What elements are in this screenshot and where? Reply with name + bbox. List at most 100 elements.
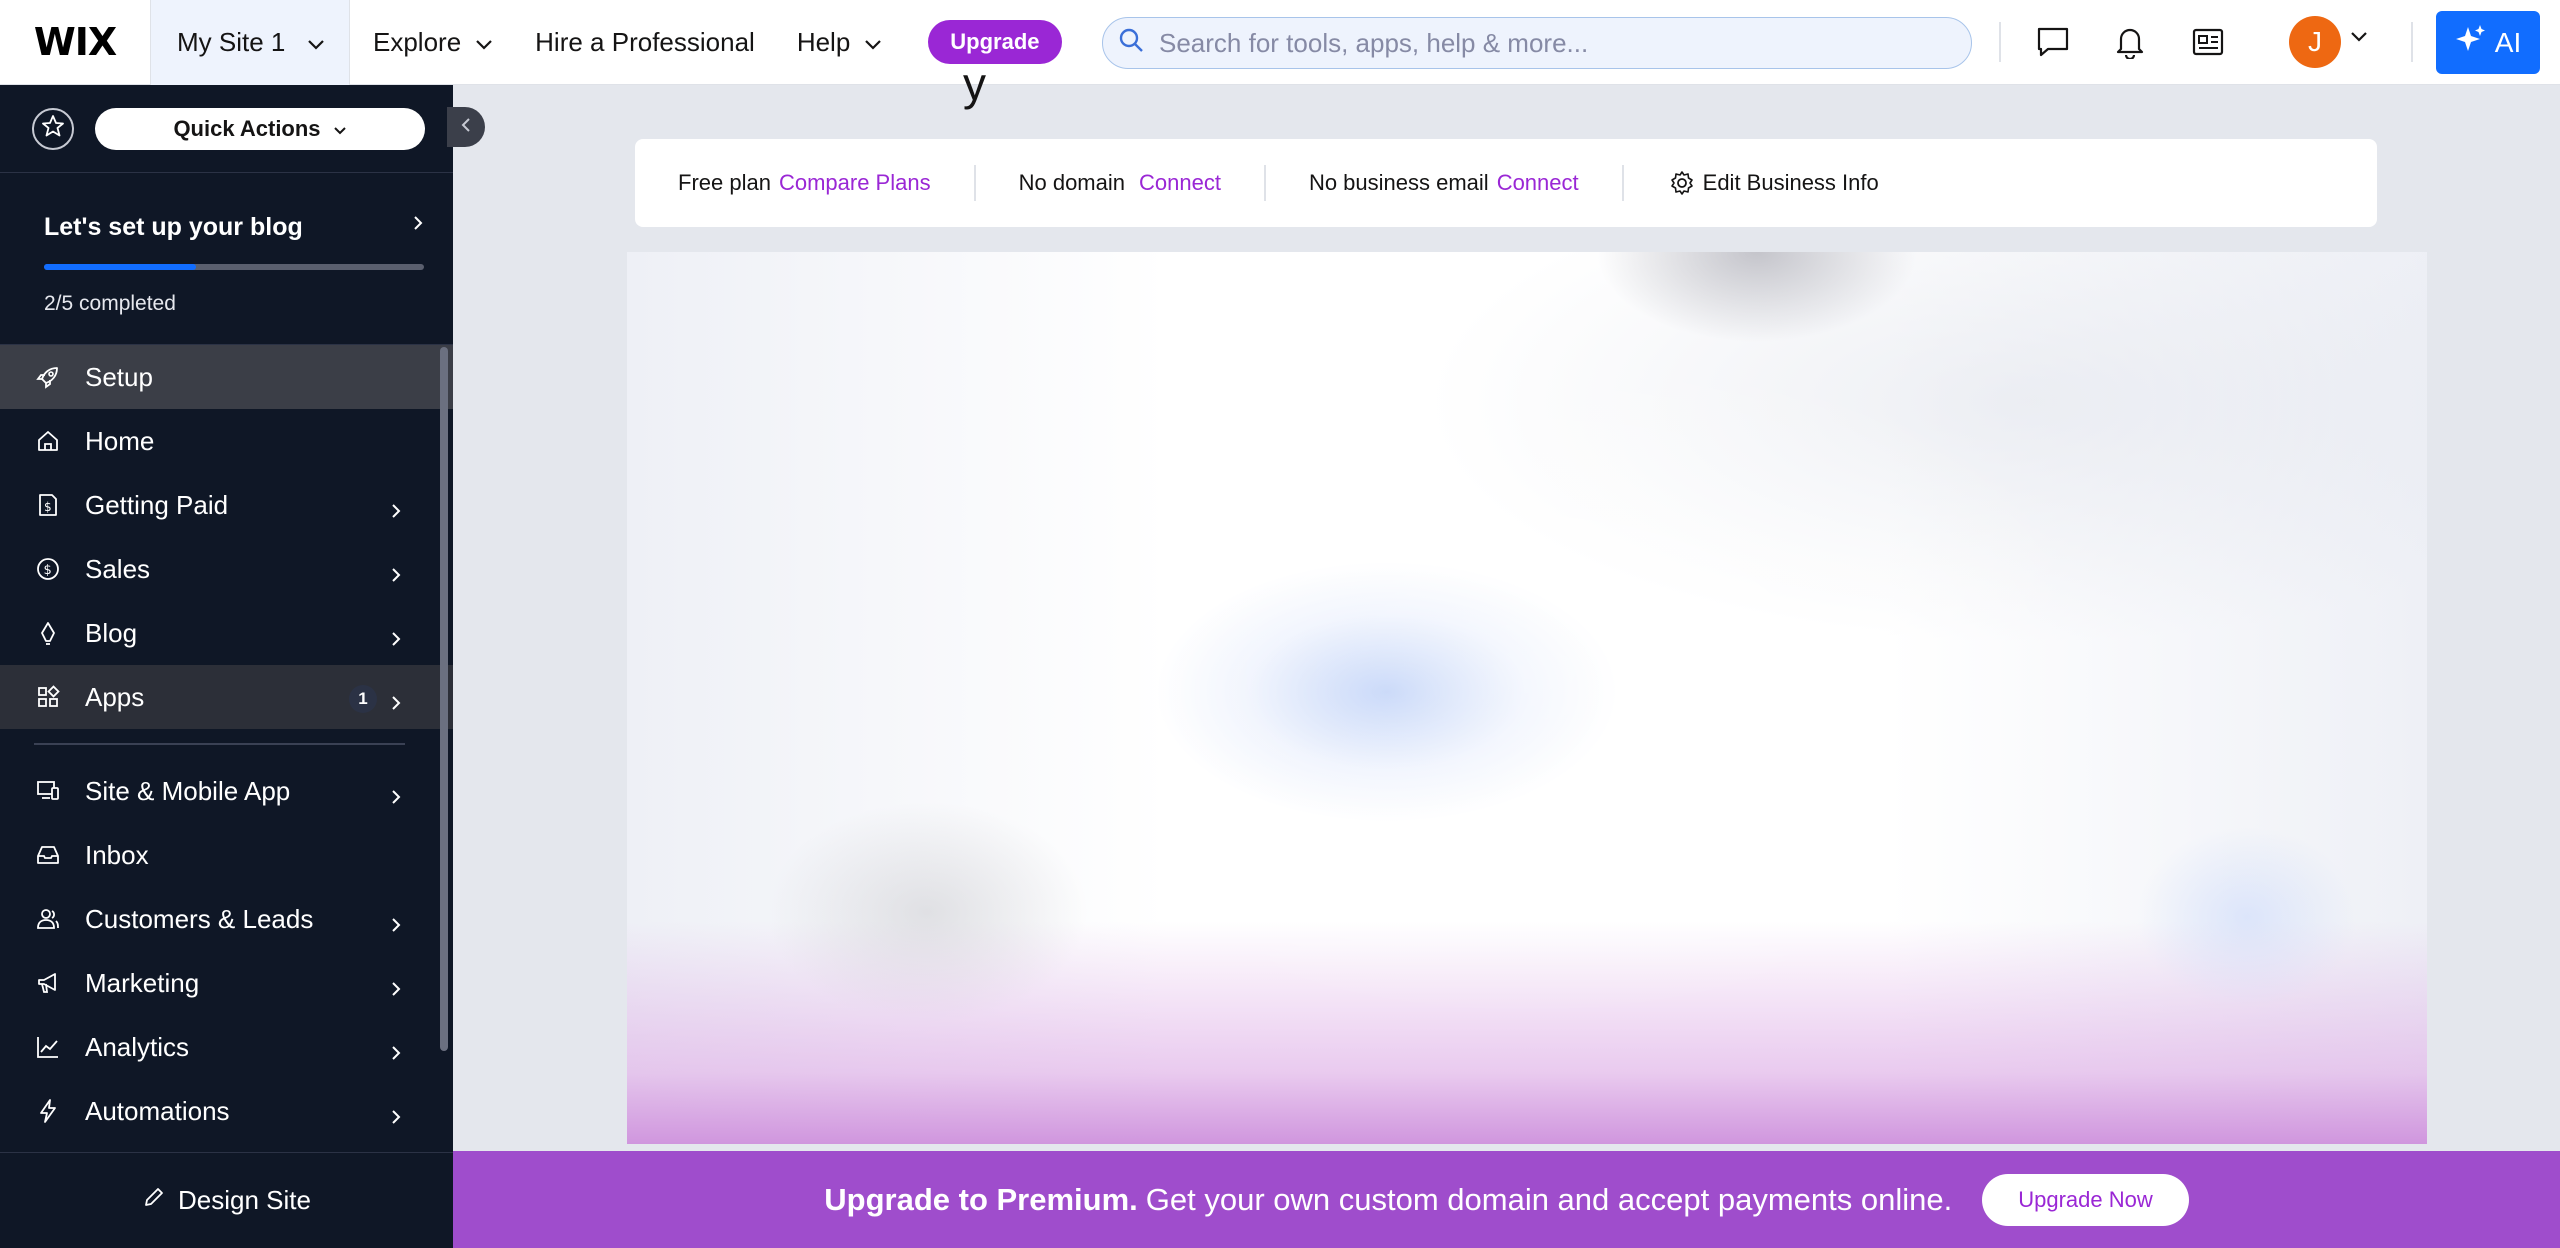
chevron-right-icon [391,1037,401,1068]
bell-icon[interactable] [2110,22,2150,62]
plan-text: Free plan [678,170,771,195]
svg-text:$: $ [44,500,52,514]
divider [34,743,405,745]
hero-image [627,252,2427,1144]
news-icon[interactable] [2188,22,2228,62]
chevron-right-icon [391,559,401,590]
nav-hire-professional[interactable]: Hire a Professional [535,27,755,58]
compare-plans-link[interactable]: Compare Plans [779,170,931,196]
sidebar-item-setup[interactable]: Setup [0,345,453,409]
sidebar-item-customers-leads[interactable]: Customers & Leads [0,887,453,951]
search-placeholder: Search for tools, apps, help & more... [1159,27,1589,58]
divider [973,165,976,201]
chevron-right-icon [413,215,423,236]
setup-progress-bar [44,264,424,270]
sidebar-item-label: Inbox [85,839,149,870]
site-name: My Site 1 [177,26,286,57]
avatar[interactable]: J [2289,16,2341,68]
sparkle-icon [2455,23,2495,62]
nav-hire-label: Hire a Professional [535,26,755,57]
setup-progress-fill [44,264,196,270]
sidebar-item-sales[interactable]: $ Sales [0,537,453,601]
main-content: y Free plan Compare Plans No domain Conn… [453,58,2560,1151]
notification-badge: 1 [349,685,377,713]
setup-progress-card[interactable]: Let's set up your blog 2/5 completed [0,173,453,345]
chevron-down-icon [307,27,325,58]
sidebar-item-label: Analytics [85,1031,190,1062]
sidebar-item-home[interactable]: Home [0,409,453,473]
sidebar-item-label: Sales [85,553,151,584]
chevron-right-icon [391,973,401,1004]
chevron-down-icon [864,27,882,58]
sidebar-item-automations[interactable]: Automations [0,1079,453,1143]
design-site-button[interactable]: Design Site [0,1152,453,1248]
design-site-label: Design Site [178,1185,311,1215]
lightning-icon [33,1098,63,1124]
chevron-right-icon [391,1101,401,1132]
apps-icon [33,684,63,710]
upgrade-button[interactable]: Upgrade [928,20,1062,64]
divider [1263,165,1266,201]
sidebar-scrollbar[interactable] [440,347,448,1051]
chevron-down-icon [333,116,347,142]
gear-icon [1669,170,1695,196]
chevron-right-icon [391,781,401,812]
edit-business-info-label: Edit Business Info [1702,170,1879,195]
chevron-right-icon [391,909,401,940]
invoice-icon: $ [33,492,63,518]
sidebar-item-label: Marketing [85,967,200,998]
chevron-down-icon [475,27,493,58]
chat-icon[interactable] [2033,22,2073,62]
sidebar-item-label: Customers & Leads [85,903,314,934]
megaphone-icon [33,970,63,996]
sidebar-item-label: Apps [85,681,145,712]
sidebar-item-apps[interactable]: Apps 1 [0,665,453,729]
wix-logo[interactable]: WIX [0,0,150,85]
sidebar-item-label: Home [85,425,155,456]
page-title: y [963,58,986,110]
setup-title: Let's set up your blog [44,213,303,241]
banner-text: Get your own custom domain and accept pa… [1145,1181,1953,1217]
sidebar-item-blog[interactable]: Blog [0,601,453,665]
nav-explore-label: Explore [373,26,462,57]
top-bar: WIX My Site 1 Explore Hire a Professiona… [0,0,2560,85]
divider [2411,22,2413,62]
sidebar-item-site-mobile-app[interactable]: Site & Mobile App [0,759,453,823]
connect-email-link[interactable]: Connect [1497,170,1579,196]
chevron-down-icon[interactable] [2350,30,2368,48]
sidebar-item-label: Setup [85,361,153,392]
upgrade-banner: Upgrade to Premium. Get your own custom … [453,1151,2560,1248]
search-input[interactable]: Search for tools, apps, help & more... [1102,17,1972,69]
chart-line-icon [33,1034,63,1060]
banner-headline: Upgrade to Premium. [824,1181,1138,1217]
domain-segment: No domain Connect [1019,170,1221,196]
quick-actions-button[interactable]: Quick Actions [95,107,425,150]
pen-nib-icon [33,620,63,646]
sidebar-menu: Setup Home $ Getting Paid $ Sales Blog A… [0,345,453,1148]
site-switcher[interactable]: My Site 1 [150,0,350,85]
ai-label: AI [2494,26,2522,58]
people-icon [33,906,63,932]
nav-explore[interactable]: Explore [373,27,493,58]
favorites-button[interactable] [32,107,74,150]
ai-button[interactable]: AI [2436,11,2540,74]
nav-help[interactable]: Help [797,27,882,58]
edit-business-info-button[interactable]: Edit Business Info [1669,170,1879,196]
chevron-right-icon [391,687,401,718]
sidebar-item-analytics[interactable]: Analytics [0,1015,453,1079]
home-icon [33,428,63,454]
chevron-right-icon [391,495,401,526]
sidebar: Quick Actions Let's set up your blog 2/5… [0,85,485,1248]
sidebar-item-label: Site & Mobile App [85,775,291,806]
upgrade-now-button[interactable]: Upgrade Now [1982,1173,2189,1226]
email-segment: No business email Connect [1309,170,1579,196]
nav-help-label: Help [796,26,851,57]
search-icon [1117,26,1159,61]
plan-segment: Free plan Compare Plans [678,170,931,196]
dollar-icon: $ [33,556,63,582]
sidebar-item-marketing[interactable]: Marketing [0,951,453,1015]
star-icon [41,114,65,143]
sidebar-item-getting-paid[interactable]: $ Getting Paid [0,473,453,537]
sidebar-item-inbox[interactable]: Inbox [0,823,453,887]
connect-domain-link[interactable]: Connect [1139,170,1221,196]
